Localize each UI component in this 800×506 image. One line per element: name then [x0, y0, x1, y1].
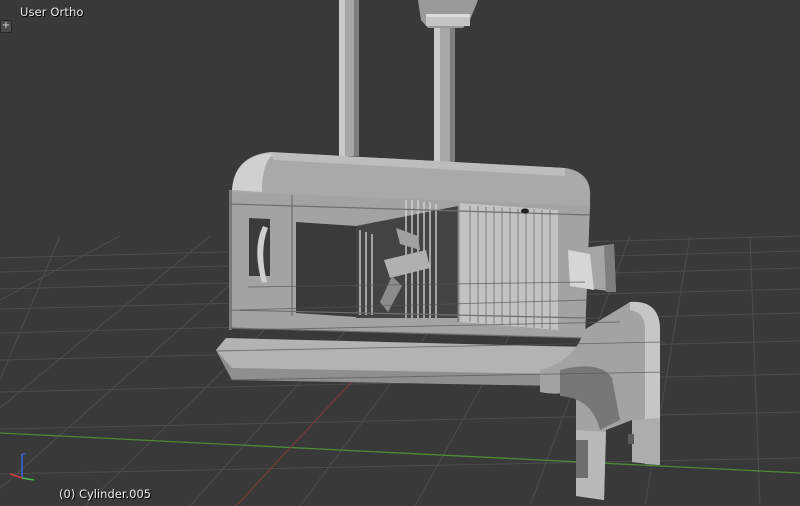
housing-mesh — [229, 152, 616, 339]
viewport-scene[interactable] — [0, 0, 800, 506]
active-object-label: (0) Cylinder.005 — [59, 487, 152, 501]
support-poles — [339, 0, 478, 162]
y-axis-line — [0, 432, 800, 474]
xyz-axis-gizmo-icon — [9, 453, 35, 481]
3d-viewport[interactable]: User Ortho + (0) Cylinder.005 — [0, 0, 800, 506]
view-mode-label: User Ortho — [20, 5, 84, 19]
toolshelf-toggle-button[interactable]: + — [0, 20, 12, 33]
